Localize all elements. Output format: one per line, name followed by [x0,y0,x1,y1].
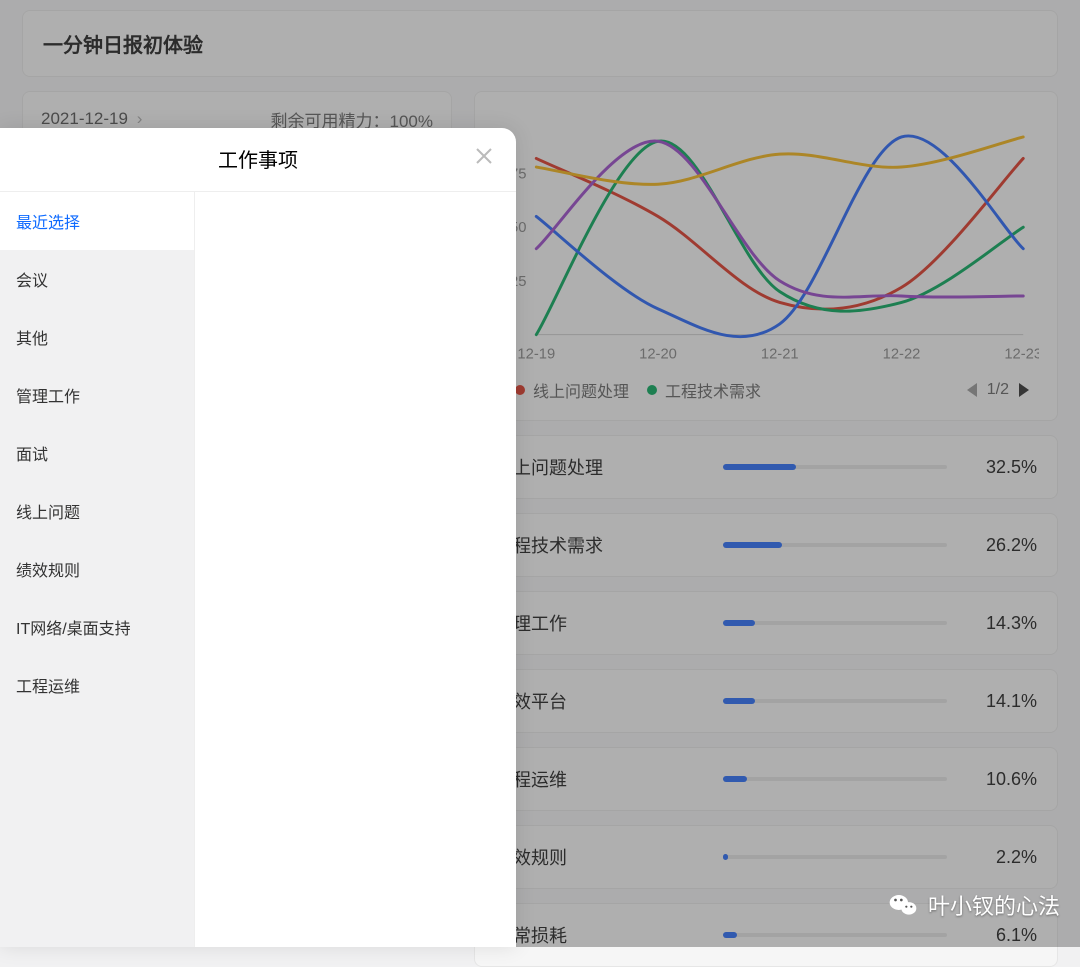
category-item[interactable]: 绩效规则 [0,540,194,598]
category-item[interactable]: 其他 [0,308,194,366]
modal-content-area [195,192,516,947]
category-list: 最近选择会议其他管理工作面试线上问题绩效规则IT网络/桌面支持工程运维 [0,192,195,947]
modal-title: 工作事项 [218,150,298,172]
modal-header: 工作事项 [0,128,516,192]
category-item[interactable]: 会议 [0,250,194,308]
watermark: 叶小钗的心法 [888,889,1060,921]
category-item[interactable]: 最近选择 [0,192,194,250]
watermark-text: 叶小钗的心法 [928,889,1060,921]
work-item-modal: 工作事项 最近选择会议其他管理工作面试线上问题绩效规则IT网络/桌面支持工程运维 [0,128,516,947]
category-item[interactable]: IT网络/桌面支持 [0,598,194,656]
wechat-icon [888,890,918,920]
category-item[interactable]: 工程运维 [0,656,194,714]
category-item[interactable]: 管理工作 [0,366,194,424]
category-item[interactable]: 面试 [0,424,194,482]
category-item[interactable]: 线上问题 [0,482,194,540]
close-icon[interactable] [472,144,496,168]
